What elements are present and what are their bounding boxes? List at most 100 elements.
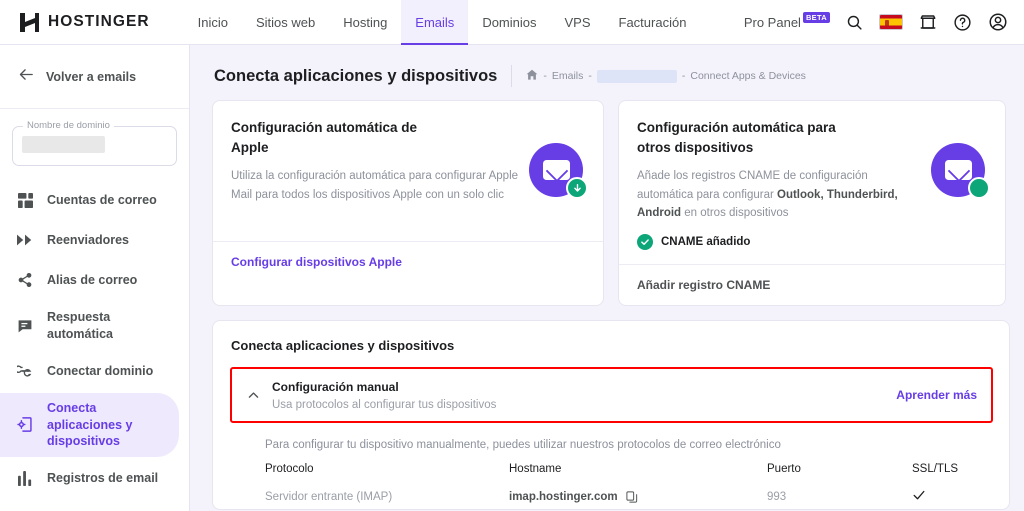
header-actions: Pro Panel BETA	[744, 0, 1024, 44]
download-badge-icon	[566, 177, 588, 199]
nav-item-dominios[interactable]: Dominios	[468, 0, 550, 44]
domain-name-redacted-value	[22, 136, 105, 153]
nav-item-emails[interactable]: Emails	[401, 0, 468, 44]
status-dot-badge-icon	[968, 177, 990, 199]
share-icon	[16, 272, 34, 288]
chevron-up-icon[interactable]	[244, 389, 262, 402]
breadcrumb-item-connect-apps-devices: Connect Apps & Devices	[690, 70, 806, 82]
arrow-left-icon	[18, 66, 35, 88]
hostinger-logo-text: HOSTINGER	[48, 13, 150, 31]
sidebar-item-alias-de-correo[interactable]: Alias de correo	[0, 262, 179, 298]
nav-label: Dominios	[482, 15, 536, 30]
cell-port: 993	[767, 488, 912, 505]
hostinger-logo[interactable]: HOSTINGER	[0, 0, 164, 44]
manual-configuration-subtitle: Usa protocolos al configurar tus disposi…	[272, 399, 496, 411]
table-header-row: Protocolo Hostname Puerto SSL/TLS	[213, 463, 1010, 488]
check-icon	[912, 493, 926, 505]
breadcrumb-item-emails[interactable]: Emails	[552, 70, 584, 82]
sidebar-menu: Cuentas de correo Reenviadores	[0, 182, 189, 497]
account-icon[interactable]	[988, 12, 1008, 32]
bar-chart-icon	[16, 471, 34, 486]
protocols-table-body: Servidor entrante (IMAP) imap.hostinger.…	[213, 488, 1010, 505]
sidebar-item-cuentas-de-correo[interactable]: Cuentas de correo	[0, 182, 179, 218]
column-header-protocolo: Protocolo	[213, 463, 509, 488]
top-header: HOSTINGER Inicio Sitios web Hosting Emai…	[0, 0, 1024, 45]
apple-auto-config-card: Configuración automática de Apple Utiliz…	[212, 100, 604, 306]
auto-config-cards: Configuración automática de Apple Utiliz…	[190, 87, 1024, 306]
pro-panel-label: Pro Panel	[744, 15, 801, 30]
dashboard-icon	[16, 193, 34, 208]
page-title: Conecta aplicaciones y dispositivos	[214, 67, 497, 86]
back-to-emails-label: Volver a emails	[46, 70, 136, 84]
store-icon[interactable]	[919, 13, 937, 31]
nav-item-facturacion[interactable]: Facturación	[605, 0, 701, 44]
domain-name-field[interactable]: Nombre de dominio	[12, 126, 177, 166]
breadcrumb: - Emails - - Connect Apps & Devices	[526, 69, 806, 84]
page-header: Conecta aplicaciones y dispositivos - Em…	[190, 45, 1024, 87]
nav-label: Inicio	[198, 15, 228, 30]
search-icon[interactable]	[846, 14, 863, 31]
nav-label: VPS	[565, 15, 591, 30]
forward-icon	[16, 233, 34, 247]
column-header-puerto: Puerto	[767, 463, 912, 488]
sidebar-item-label: Reenviadores	[47, 232, 129, 249]
nav-item-inicio[interactable]: Inicio	[184, 0, 242, 44]
card-description: Utiliza la configuración automática para…	[231, 167, 519, 204]
copy-icon[interactable]	[626, 491, 638, 503]
divider	[511, 65, 512, 87]
nav-label: Hosting	[343, 15, 387, 30]
manual-configuration-row[interactable]: Configuración manual Usa protocolos al c…	[230, 367, 993, 423]
sidebar-item-label: Respuesta automática	[47, 309, 165, 342]
nav-item-hosting[interactable]: Hosting	[329, 0, 401, 44]
main-nav: Inicio Sitios web Hosting Emails Dominio…	[184, 0, 701, 44]
configure-apple-devices-button[interactable]: Configurar dispositivos Apple	[213, 241, 603, 282]
manual-configuration-text: Configuración manual Usa protocolos al c…	[272, 380, 496, 411]
language-flag-spain-icon[interactable]	[879, 14, 903, 30]
card-description-after: en otros dispositivos	[681, 207, 788, 219]
cell-hostname: imap.hostinger.com	[509, 488, 767, 505]
nav-label: Sitios web	[256, 15, 315, 30]
sidebar-item-label: Cuentas de correo	[47, 192, 157, 209]
sidebar-item-reenviadores[interactable]: Reenviadores	[0, 222, 179, 258]
sidebar-item-conectar-dominio[interactable]: Conectar dominio	[0, 353, 179, 389]
sidebar-item-label: Conecta aplicaciones y dispositivos	[47, 400, 165, 450]
cell-protocol: Servidor entrante (IMAP)	[213, 488, 509, 505]
sidebar-item-conecta-aplicaciones-y-dispositivos[interactable]: Conecta aplicaciones y dispositivos	[0, 393, 179, 457]
cname-status-label: CNAME añadido	[661, 236, 750, 248]
domain-name-label: Nombre de dominio	[23, 120, 114, 131]
connect-apps-panel: Conecta aplicaciones y dispositivos Conf…	[212, 320, 1010, 510]
nav-item-vps[interactable]: VPS	[551, 0, 605, 44]
sidebar-item-label: Alias de correo	[47, 272, 137, 289]
card-body: Configuración automática para otros disp…	[619, 101, 1005, 264]
chat-icon	[16, 318, 34, 334]
sidebar: Volver a emails Nombre de dominio Cuenta…	[0, 45, 190, 511]
help-icon[interactable]	[953, 13, 972, 32]
add-cname-record-button[interactable]: Añadir registro CNAME	[619, 264, 1005, 305]
sidebar-item-label: Registros de email	[47, 470, 158, 487]
breadcrumb-item-redacted	[597, 70, 677, 83]
nav-label: Facturación	[619, 15, 687, 30]
other-devices-auto-config-card: Configuración automática para otros disp…	[618, 100, 1006, 306]
check-circle-icon	[637, 234, 653, 250]
table-row: Servidor entrante (IMAP) imap.hostinger.…	[213, 488, 1010, 505]
column-header-hostname: Hostname	[509, 463, 767, 488]
link-icon	[16, 365, 34, 377]
nav-item-sitios-web[interactable]: Sitios web	[242, 0, 329, 44]
sidebar-item-respuesta-automatica[interactable]: Respuesta automática	[0, 302, 179, 349]
connect-device-icon	[16, 416, 34, 433]
cname-status: CNAME añadido	[637, 234, 987, 250]
card-body: Configuración automática de Apple Utiliz…	[213, 101, 603, 241]
breadcrumb-separator: -	[682, 70, 686, 82]
pro-panel-button[interactable]: Pro Panel BETA	[744, 15, 830, 30]
back-to-emails-button[interactable]: Volver a emails	[0, 45, 189, 109]
breadcrumb-separator: -	[588, 70, 592, 82]
sidebar-item-registros-de-email[interactable]: Registros de email	[0, 461, 179, 497]
manual-configuration-title: Configuración manual	[272, 380, 496, 394]
protocols-table: Protocolo Hostname Puerto SSL/TLS Servid…	[213, 463, 1010, 505]
manual-configuration-hint: Para configurar tu dispositivo manualmen…	[213, 423, 1009, 451]
learn-more-link[interactable]: Aprender más	[896, 388, 977, 402]
app-root: HOSTINGER Inicio Sitios web Hosting Emai…	[0, 0, 1024, 511]
protocols-table-head: Protocolo Hostname Puerto SSL/TLS	[213, 463, 1010, 488]
home-icon[interactable]	[526, 69, 538, 84]
breadcrumb-separator: -	[543, 70, 547, 82]
